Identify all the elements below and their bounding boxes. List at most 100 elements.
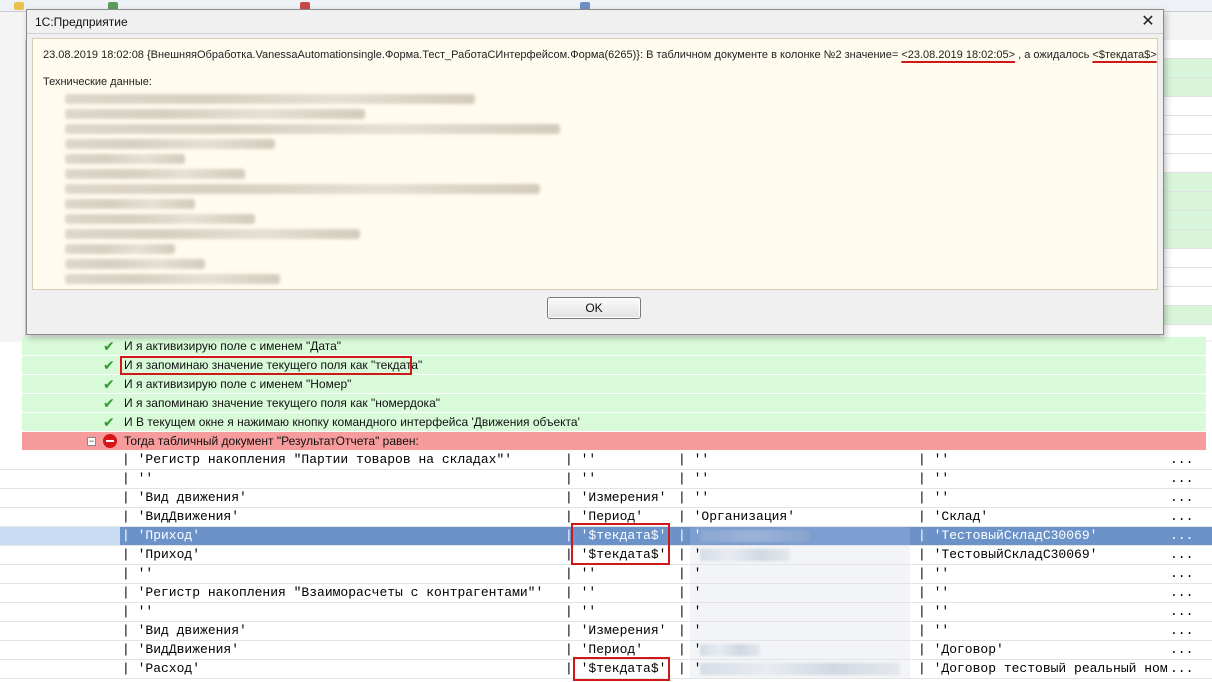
step-text: И В текущем окне я нажимаю кнопку команд… [124,415,580,429]
table-row[interactable]: | '' | '' | ' | '' ... [0,565,1212,584]
table-cell: | ' [678,528,702,543]
table-cell: | '' [565,566,597,581]
error-dialog: 1С:Предприятие ✕ 23.08.2019 18:02:08 {Вн… [26,9,1164,335]
table-cell: | ' [678,585,702,600]
table-cell: | 'Приход' [122,547,201,562]
table-cell: | '' [565,452,597,467]
table-cell: | 'Вид движения' [122,623,247,638]
table-cell-ellipsis: ... [1170,604,1194,619]
actual-value: <23.08.2019 18:02:05> [901,49,1016,61]
table-cell: | 'ТестовыйСкладС30069' [918,547,1098,562]
table-row[interactable]: | 'Регистр накопления "Партии товаров на… [0,451,1212,470]
table-cell-ellipsis: ... [1170,452,1194,467]
table-cell: | '' [918,452,950,467]
step-row[interactable]: ✔ И я запоминаю значение текущего поля к… [22,356,1206,375]
checkmark-icon: ✔ [103,376,115,392]
grid-left-column [0,40,26,340]
table-cell: | '' [565,585,597,600]
table-row[interactable]: | 'Расход' | '$текдата$' | ' | 'Договор … [0,660,1212,679]
table-cell: | ' [678,623,702,638]
table-cell: | '' [918,623,950,638]
table-cell-ellipsis: ... [1170,528,1194,543]
message-prefix: 23.08.2019 18:02:08 {ВнешняяОбработка.Va… [43,49,902,61]
table-row[interactable]: | 'ВидДвижения' | 'Период' | ' | 'Догово… [0,641,1212,660]
table-cell-ellipsis: ... [1170,585,1194,600]
step-row[interactable]: ✔ И я запоминаю значение текущего поля к… [22,394,1206,413]
tech-data-label: Технические данные: [43,76,152,88]
redacted-cell [690,565,910,583]
table-cell-ellipsis: ... [1170,661,1194,676]
highlight-box [120,356,412,375]
table-cell: | '' [678,471,710,486]
table-cell: | '' [122,604,154,619]
step-text: И я активизирую поле с именем "Дата" [124,339,342,353]
table-row[interactable]: | '' | '' | '' | '' ... [0,470,1212,489]
scenario-steps: ✔ И я активизирую поле с именем "Дата" ✔… [22,337,1206,451]
ok-button[interactable]: OK [547,297,641,319]
table-row[interactable]: | '' | '' | ' | '' ... [0,603,1212,622]
checkmark-icon: ✔ [103,414,115,430]
table-cell: | 'Период' [565,509,644,524]
table-cell: | '' [918,566,950,581]
table-cell: | '' [678,490,710,505]
folder-icon[interactable] [14,2,24,10]
table-cell: | 'Регистр накопления "Взаиморасчеты с к… [122,585,544,600]
table-cell-ellipsis: ... [1170,547,1194,562]
table-cell: | '' [918,604,950,619]
step-text: И я активизирую поле с именем "Номер" [124,377,352,391]
table-cell: | 'ВидДвижения' [122,509,240,524]
table-cell: | 'Договор тестовый реальный ном [918,661,1168,676]
table-cell-ellipsis: ... [1170,490,1194,505]
dialog-titlebar[interactable]: 1С:Предприятие ✕ [27,10,1163,34]
table-cell: | ' [678,661,702,676]
redacted-cell [690,641,910,659]
table-row-selected[interactable]: | 'Приход' | '$текдата$' | ' | 'Тестовый… [0,527,1212,546]
table-cell-ellipsis: ... [1170,566,1194,581]
table-cell: | '$текдата$' [565,661,667,676]
table-cell: | 'Расход' [122,661,201,676]
collapse-icon[interactable]: − [87,437,96,446]
table-cell-ellipsis: ... [1170,623,1194,638]
error-message: 23.08.2019 18:02:08 {ВнешняяОбработка.Va… [43,49,1157,61]
table-cell: | '' [918,490,950,505]
table-row[interactable]: | 'Вид движения' | 'Измерения' | '' | ''… [0,489,1212,508]
close-icon[interactable]: ✕ [1139,13,1157,31]
redacted-cell [690,584,910,602]
message-mid: , а ожидалось [1015,49,1093,61]
error-icon [103,434,117,448]
redacted-cell [690,603,910,621]
table-cell: | '' [918,471,950,486]
table-cell: | 'Приход' [122,528,201,543]
table-cell: | 'Склад' [918,509,989,524]
table-cell: | 'Организация' [678,509,796,524]
redacted-cell [690,546,910,564]
table-row[interactable]: | 'Вид движения' | 'Измерения' | ' | '' … [0,622,1212,641]
table-cell: | 'Измерения' [565,490,667,505]
step-row[interactable]: ✔ И я активизирую поле с именем "Номер" [22,375,1206,394]
redacted-cell [690,660,910,678]
table-cell: | ' [678,566,702,581]
step-row-failed[interactable]: − Тогда табличный документ "РезультатОтч… [22,432,1206,451]
grid-right-column [1158,40,1212,340]
step-row[interactable]: ✔ И я активизирую поле с именем "Дата" [22,337,1206,356]
table-cell-ellipsis: ... [1170,509,1194,524]
table-cell: | '' [918,585,950,600]
dialog-title: 1С:Предприятие [35,15,128,29]
table-row[interactable]: | 'ВидДвижения' | 'Период' | 'Организаци… [0,508,1212,527]
table-cell: | 'Период' [565,642,644,657]
table-cell-ellipsis: ... [1170,471,1194,486]
step-row[interactable]: ✔ И В текущем окне я нажимаю кнопку кома… [22,413,1206,432]
table-row[interactable]: | 'Приход' | '$текдата$' | ' | 'Тестовый… [0,546,1212,565]
checkmark-icon: ✔ [103,357,115,373]
redacted-cell [690,622,910,640]
table-cell: | 'Договор' [918,642,1004,657]
table-cell: | 'Вид движения' [122,490,247,505]
expected-value: <$текдата$> [1092,49,1157,61]
table-cell: | ' [678,604,702,619]
table-cell: | ' [678,547,702,562]
table-cell: | '$текдата$' [565,528,667,543]
table-row[interactable]: | 'Регистр накопления "Взаиморасчеты с к… [0,584,1212,603]
redacted-cell [690,527,910,545]
table-cell: | '' [565,471,597,486]
step-text: И я запоминаю значение текущего поля как… [124,396,441,410]
